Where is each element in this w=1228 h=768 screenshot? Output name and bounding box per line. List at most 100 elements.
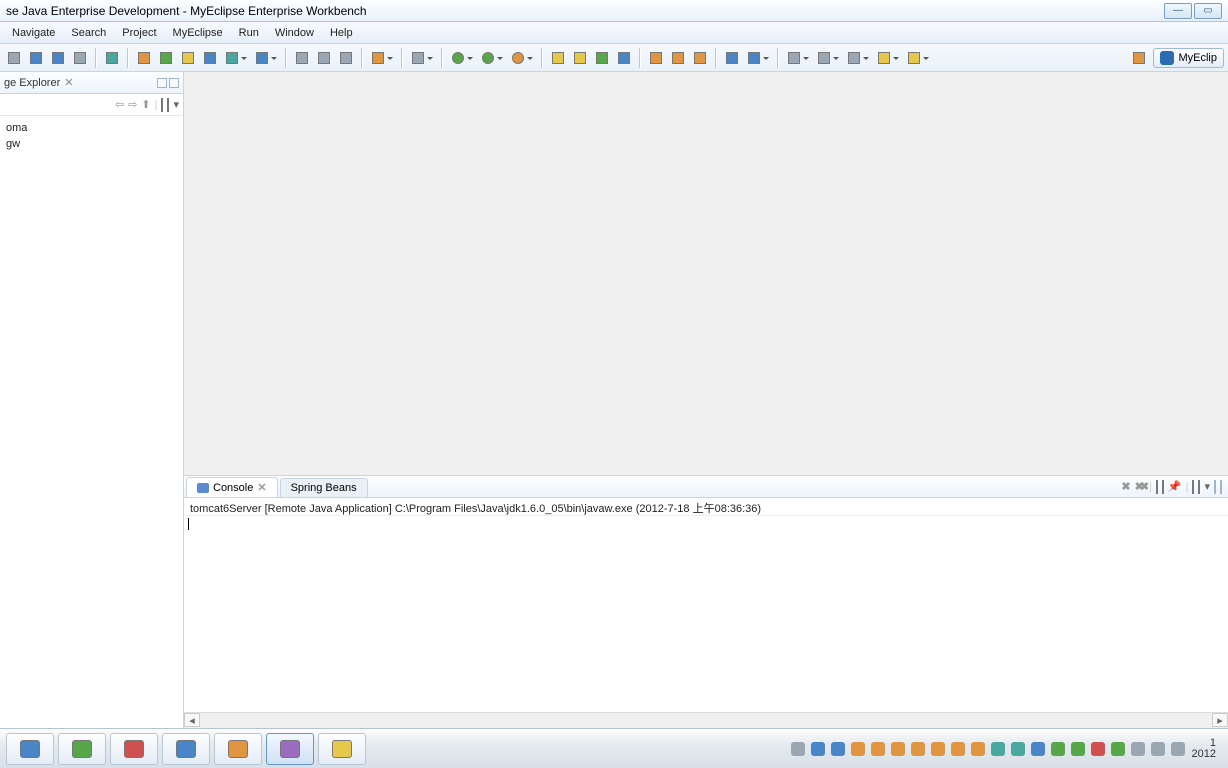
taskbar-eclipse-icon[interactable]: [266, 733, 314, 765]
menu-navigate[interactable]: Navigate: [4, 24, 63, 42]
align2-icon[interactable]: [744, 48, 764, 68]
tray-music-icon[interactable]: [1050, 741, 1066, 757]
console-output[interactable]: [184, 516, 1228, 712]
taskbar-explorer-icon[interactable]: [318, 733, 366, 765]
search2-icon[interactable]: [690, 48, 710, 68]
deploy-icon[interactable]: [222, 48, 242, 68]
explorer-tab[interactable]: ge Explorer ✕: [0, 72, 183, 94]
tray-shield-icon[interactable]: [1030, 741, 1046, 757]
max-view-icon[interactable]: [1220, 481, 1222, 493]
tray-qq2-icon[interactable]: [850, 741, 866, 757]
tree-item[interactable]: oma: [6, 120, 177, 136]
forward-icon[interactable]: [128, 98, 137, 111]
camera-icon[interactable]: [408, 48, 428, 68]
clear-icon[interactable]: [1156, 481, 1158, 493]
tray-kav-icon[interactable]: [1070, 741, 1086, 757]
build-icon[interactable]: [102, 48, 122, 68]
close-icon[interactable]: ✕: [64, 76, 73, 89]
pin-icon[interactable]: 📌: [1168, 480, 1182, 493]
scroll-left-icon[interactable]: ◂: [184, 713, 200, 727]
nav2-icon[interactable]: [814, 48, 834, 68]
nav1-icon[interactable]: [784, 48, 804, 68]
tab-console[interactable]: Console ✕: [186, 477, 278, 497]
pencil-icon[interactable]: [668, 48, 688, 68]
view-menu-icon[interactable]: ▾: [173, 98, 179, 111]
tray-usb-icon[interactable]: [1110, 741, 1126, 757]
pkg2-icon[interactable]: [570, 48, 590, 68]
tool1-icon[interactable]: [292, 48, 312, 68]
tray-qq7-icon[interactable]: [950, 741, 966, 757]
saveall-icon[interactable]: [48, 48, 68, 68]
hibernate-icon[interactable]: [178, 48, 198, 68]
horizontal-scrollbar[interactable]: ◂ ▸: [184, 712, 1228, 728]
open-console-icon[interactable]: [1198, 481, 1200, 493]
menu-search[interactable]: Search: [63, 24, 114, 42]
display-selected-icon[interactable]: [1192, 481, 1194, 493]
jsf-icon[interactable]: [200, 48, 220, 68]
tray-battery-icon[interactable]: [1150, 741, 1166, 757]
menu-window[interactable]: Window: [267, 24, 322, 42]
link-editor-icon[interactable]: [167, 99, 169, 111]
close-icon[interactable]: ✕: [257, 481, 266, 494]
tray-qq4-icon[interactable]: [890, 741, 906, 757]
tool2-icon[interactable]: [314, 48, 334, 68]
tray-qq6-icon[interactable]: [930, 741, 946, 757]
struts-icon[interactable]: [134, 48, 154, 68]
tray-safe-icon[interactable]: [810, 741, 826, 757]
maximize-button[interactable]: ▭: [1194, 3, 1222, 19]
tree-item[interactable]: gw: [6, 136, 177, 152]
tool3-icon[interactable]: [336, 48, 356, 68]
runext-icon[interactable]: [508, 48, 528, 68]
back-icon[interactable]: [115, 98, 124, 111]
image-icon[interactable]: [368, 48, 388, 68]
scroll-lock-icon[interactable]: [1162, 481, 1164, 493]
tray-chat-icon[interactable]: [970, 741, 986, 757]
tray-qq1-icon[interactable]: [830, 741, 846, 757]
perspective-button[interactable]: MyEclip: [1153, 48, 1224, 68]
pkg3-icon[interactable]: [592, 48, 612, 68]
folder1-icon[interactable]: [646, 48, 666, 68]
maximize-view-icon[interactable]: [169, 78, 179, 88]
pkg4-icon[interactable]: [614, 48, 634, 68]
explorer-tree[interactable]: oma gw: [0, 116, 183, 728]
min-view-icon[interactable]: [1214, 481, 1216, 493]
back-icon[interactable]: [874, 48, 894, 68]
taskbar-browser-icon[interactable]: [58, 733, 106, 765]
browser-icon[interactable]: [252, 48, 272, 68]
spring-icon[interactable]: [156, 48, 176, 68]
menu-project[interactable]: Project: [114, 24, 164, 42]
tray-net-icon[interactable]: [1090, 741, 1106, 757]
print-icon[interactable]: [70, 48, 90, 68]
pkg1-icon[interactable]: [548, 48, 568, 68]
collapse-icon[interactable]: [161, 99, 163, 111]
remove-icon[interactable]: ✖: [1121, 480, 1130, 493]
taskbar-notepad-icon[interactable]: [214, 733, 262, 765]
taskbar-ie-icon[interactable]: [6, 733, 54, 765]
save-icon[interactable]: [26, 48, 46, 68]
dropdown-icon[interactable]: ▾: [1204, 480, 1210, 493]
open-perspective-icon[interactable]: [1129, 48, 1149, 68]
debug-icon[interactable]: [448, 48, 468, 68]
fwd-icon[interactable]: [904, 48, 924, 68]
minimize-button[interactable]: —: [1164, 3, 1192, 19]
nav3-icon[interactable]: [844, 48, 864, 68]
tab-spring-beans[interactable]: Spring Beans: [280, 478, 368, 497]
tray-volume-icon[interactable]: [1170, 741, 1186, 757]
align1-icon[interactable]: [722, 48, 742, 68]
remove-all-icon[interactable]: ✖✖: [1135, 480, 1145, 493]
minimize-view-icon[interactable]: [157, 78, 167, 88]
tray-av-icon[interactable]: [1010, 741, 1026, 757]
clock[interactable]: 1 2012: [1192, 738, 1216, 760]
new-icon[interactable]: [4, 48, 24, 68]
taskbar-toolbox-icon[interactable]: [110, 733, 158, 765]
taskbar-word-icon[interactable]: [162, 733, 210, 765]
menu-help[interactable]: Help: [322, 24, 361, 42]
tray-keyboard-icon[interactable]: [790, 741, 806, 757]
tray-flag-icon[interactable]: [1130, 741, 1146, 757]
scroll-right-icon[interactable]: ▸: [1212, 713, 1228, 727]
tray-qq3-icon[interactable]: [870, 741, 886, 757]
menu-run[interactable]: Run: [231, 24, 267, 42]
run-icon[interactable]: [478, 48, 498, 68]
menu-myeclipse[interactable]: MyEclipse: [165, 24, 231, 42]
up-icon[interactable]: ⬆: [141, 98, 150, 111]
